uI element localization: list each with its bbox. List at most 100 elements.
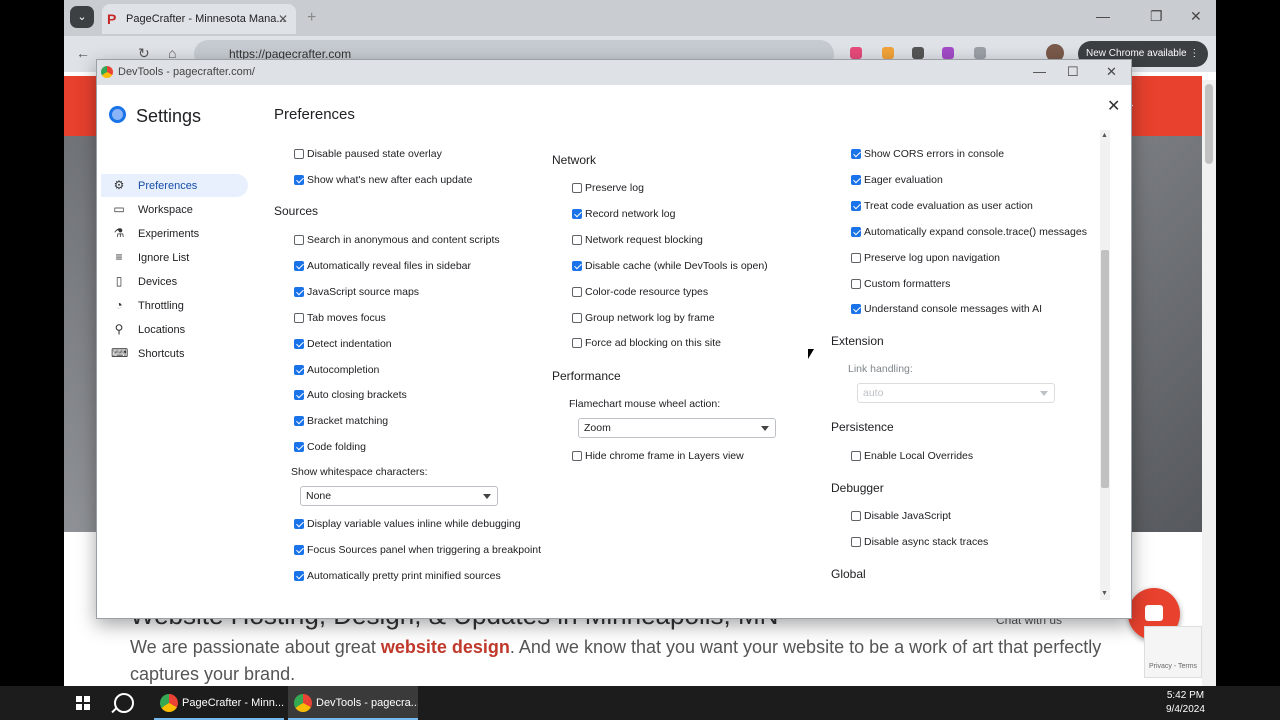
checkbox[interactable]: [572, 451, 582, 461]
sidebar-item-experiments[interactable]: ⚗ Experiments: [101, 222, 248, 245]
checkbox[interactable]: [294, 260, 304, 271]
page-scrollbar[interactable]: [1202, 80, 1216, 686]
setting-display-variable-values-inline-while-debugging[interactable]: Display variable values inline while deb…: [294, 517, 521, 533]
setting-focus-sources-panel-when-triggering-a-breakpoint[interactable]: Focus Sources panel when triggering a br…: [294, 543, 541, 559]
extension-icon[interactable]: [882, 47, 894, 59]
scroll-up-icon[interactable]: ▲: [1101, 132, 1108, 139]
checkbox[interactable]: [851, 304, 861, 315]
setting-disable-async-stack-traces[interactable]: Disable async stack traces: [851, 535, 988, 551]
close-window-icon[interactable]: ✕: [1190, 8, 1202, 25]
checkbox[interactable]: [851, 278, 861, 289]
setting-disable-cache-while-devtools-is-open[interactable]: Disable cache (while DevTools is open): [572, 259, 768, 275]
extensions-puzzle-icon[interactable]: [974, 47, 986, 59]
whitespace-select[interactable]: None: [300, 486, 498, 506]
close-settings-icon[interactable]: ✕: [1107, 96, 1120, 116]
maximize-icon[interactable]: ☐: [1067, 64, 1079, 80]
minimize-icon[interactable]: —: [1033, 64, 1046, 79]
checkbox[interactable]: [294, 338, 304, 349]
sidebar-item-workspace[interactable]: ▭ Workspace: [101, 198, 248, 221]
setting-bracket-matching[interactable]: Bracket matching: [294, 414, 388, 430]
extension-icon[interactable]: [850, 47, 862, 59]
checkbox[interactable]: [851, 174, 861, 185]
taskbar-search-icon[interactable]: [114, 693, 134, 713]
checkbox[interactable]: [294, 442, 304, 453]
sidebar-item-locations[interactable]: ⚲ Locations: [101, 318, 248, 341]
setting-javascript-source-maps[interactable]: JavaScript source maps: [294, 285, 419, 301]
setting-automatically-reveal-files-in-sidebar[interactable]: Automatically reveal files in sidebar: [294, 259, 471, 275]
sidebar-item-throttling[interactable]: ◔ Throttling: [101, 294, 248, 317]
checkbox[interactable]: [851, 537, 861, 547]
flamechart-select[interactable]: Zoom: [578, 418, 776, 438]
setting-disable-javascript[interactable]: Disable JavaScript: [851, 509, 951, 525]
checkbox[interactable]: [851, 200, 861, 211]
tab-search-button[interactable]: ⌄: [70, 6, 94, 28]
checkbox[interactable]: [851, 451, 861, 461]
settings-scrollbar[interactable]: ▲ ▼: [1100, 130, 1110, 600]
checkbox[interactable]: [294, 416, 304, 427]
setting-treat-code-evaluation-as-user-action[interactable]: Treat code evaluation as user action: [851, 199, 1033, 215]
checkbox[interactable]: [294, 364, 304, 375]
checkbox[interactable]: [294, 312, 304, 323]
close-window-icon[interactable]: ✕: [1106, 64, 1117, 80]
page-scrollbar-thumb[interactable]: [1205, 84, 1213, 164]
checkbox[interactable]: [851, 511, 861, 521]
setting-detect-indentation[interactable]: Detect indentation: [294, 337, 392, 353]
checkbox[interactable]: [851, 252, 861, 263]
setting-preserve-log[interactable]: Preserve log: [572, 181, 644, 197]
sidebar-item-shortcuts[interactable]: ⌨ Shortcuts: [101, 342, 248, 365]
checkbox[interactable]: [294, 286, 304, 297]
setting-auto-closing-brackets[interactable]: Auto closing brackets: [294, 388, 407, 404]
taskbar-pagecrafter-button[interactable]: PageCrafter - Minn...: [154, 686, 284, 720]
setting-automatically-pretty-print-minified-sources[interactable]: Automatically pretty print minified sour…: [294, 569, 501, 585]
checkbox[interactable]: [294, 545, 304, 555]
checkbox[interactable]: [851, 149, 861, 159]
setting-search-in-anonymous-and-content-scripts[interactable]: Search in anonymous and content scripts: [294, 233, 500, 249]
checkbox[interactable]: [572, 208, 582, 219]
checkbox[interactable]: [572, 312, 582, 323]
scroll-down-icon[interactable]: ▼: [1101, 590, 1108, 597]
setting-understand-console-messages-with-ai[interactable]: Understand console messages with AI: [851, 302, 1042, 318]
taskbar-devtools-button[interactable]: DevTools - pagecra...: [288, 686, 418, 720]
checkbox[interactable]: [572, 286, 582, 297]
minimize-icon[interactable]: —: [1096, 8, 1110, 24]
back-icon[interactable]: ←: [76, 45, 90, 61]
extension-icon[interactable]: [912, 47, 924, 59]
setting-force-ad-blocking-on-this-site[interactable]: Force ad blocking on this site: [572, 336, 721, 352]
sidebar-item-devices[interactable]: ▯ Devices: [101, 270, 248, 293]
checkbox[interactable]: [294, 519, 304, 529]
checkbox[interactable]: [294, 235, 304, 245]
setting-automatically-expand-console-trace-messages[interactable]: Automatically expand console.trace() mes…: [851, 225, 1087, 241]
setting-group-network-log-by-frame[interactable]: Group network log by frame: [572, 311, 715, 327]
checkbox[interactable]: [572, 234, 582, 245]
checkbox[interactable]: [294, 571, 304, 581]
setting-tab-moves-focus[interactable]: Tab moves focus: [294, 311, 386, 327]
system-clock[interactable]: 5:42 PM 9/4/2024: [1166, 689, 1205, 717]
close-tab-icon[interactable]: ✕: [278, 12, 288, 26]
browser-tab[interactable]: P PageCrafter - Minnesota Mana... ✕: [102, 4, 296, 34]
checkbox[interactable]: [294, 149, 304, 159]
checkbox[interactable]: [572, 338, 582, 349]
checkbox[interactable]: [851, 226, 861, 237]
checkbox[interactable]: [294, 390, 304, 401]
setting-enable-local-overrides[interactable]: Enable Local Overrides: [851, 449, 973, 465]
checkbox[interactable]: [572, 260, 582, 271]
setting-preserve-log-upon-navigation[interactable]: Preserve log upon navigation: [851, 251, 1000, 267]
sidebar-item-preferences[interactable]: ⚙ Preferences: [101, 174, 248, 197]
setting-eager-evaluation[interactable]: Eager evaluation: [851, 173, 943, 189]
setting-show-cors-errors-in-console[interactable]: Show CORS errors in console: [851, 147, 1004, 163]
recaptcha-badge[interactable]: Privacy - Terms: [1144, 626, 1202, 678]
sidebar-item-ignore-list[interactable]: ≡ Ignore List: [101, 246, 248, 269]
windows-start-icon[interactable]: [76, 696, 90, 710]
setting-show-what-s-new-after-each-update[interactable]: Show what's new after each update: [294, 173, 472, 189]
settings-scrollbar-thumb[interactable]: [1101, 250, 1109, 488]
setting-custom-formatters[interactable]: Custom formatters: [851, 277, 950, 293]
checkbox[interactable]: [572, 183, 582, 193]
setting-network-request-blocking[interactable]: Network request blocking: [572, 233, 703, 249]
setting-code-folding[interactable]: Code folding: [294, 440, 366, 456]
setting-hide-chrome-frame-in-layers-view[interactable]: Hide chrome frame in Layers view: [572, 449, 744, 465]
website-design-link[interactable]: website design: [381, 637, 510, 657]
restore-icon[interactable]: ❐: [1150, 8, 1163, 25]
setting-disable-paused-state-overlay[interactable]: Disable paused state overlay: [294, 147, 442, 163]
checkbox[interactable]: [294, 175, 304, 185]
setting-autocompletion[interactable]: Autocompletion: [294, 363, 379, 379]
